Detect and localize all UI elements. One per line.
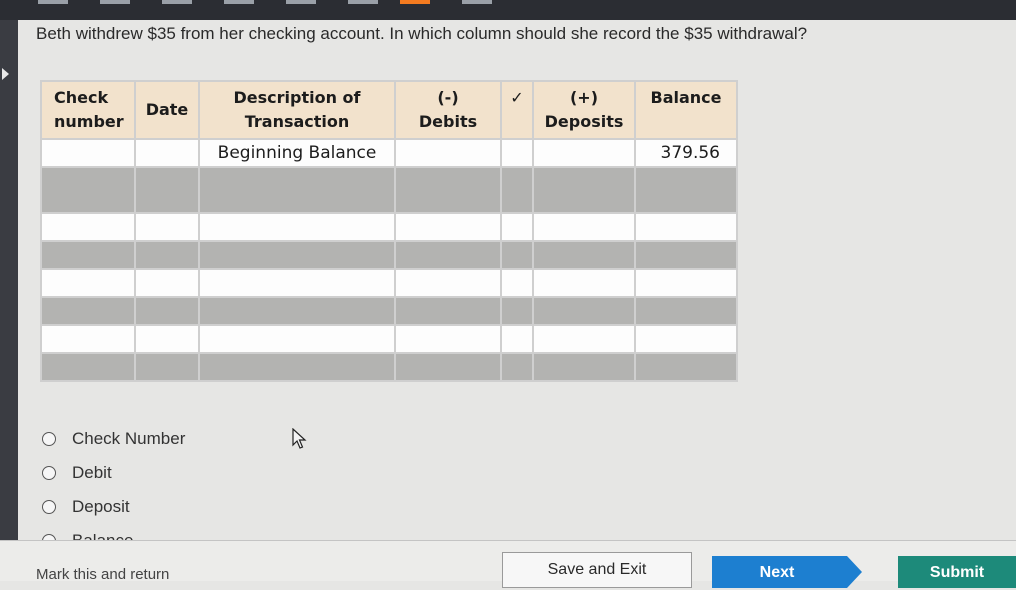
check-register-table: Check number Date Description of Transacti… (40, 80, 738, 382)
question-nav-segment[interactable] (38, 0, 68, 4)
beginning-balance-value: 379.56 (634, 138, 738, 168)
table-row (40, 324, 738, 354)
header-debits: (-) Debits (394, 80, 502, 140)
question-nav-segment[interactable] (348, 0, 378, 4)
left-sidebar (0, 20, 18, 580)
next-button[interactable]: Next (712, 556, 862, 588)
top-navigation-bar (0, 0, 1016, 20)
radio-button[interactable] (42, 466, 56, 480)
table-row-shaded (40, 240, 738, 270)
save-and-exit-button[interactable]: Save and Exit (502, 552, 692, 588)
header-deposits: (+) Deposits (532, 80, 636, 140)
answer-options: Check Number Debit Deposit Balance (42, 422, 185, 558)
option-check-number[interactable]: Check Number (42, 422, 185, 456)
beginning-balance-label: Beginning Balance (198, 138, 396, 168)
mouse-cursor-icon (292, 428, 307, 449)
table-cell (532, 138, 636, 168)
mark-and-return-link[interactable]: Mark this and return (36, 566, 169, 583)
radio-button[interactable] (42, 432, 56, 446)
table-row-shaded (40, 166, 738, 214)
header-balance: Balance (634, 80, 738, 140)
question-nav-segment[interactable] (462, 0, 492, 4)
header-date: Date (134, 80, 200, 140)
question-nav-segment[interactable] (100, 0, 130, 4)
table-row-shaded (40, 296, 738, 326)
table-row (40, 268, 738, 298)
header-checkmark: ✓ (500, 80, 534, 140)
option-debit[interactable]: Debit (42, 456, 185, 490)
table-row (40, 212, 738, 242)
question-nav-segment[interactable] (286, 0, 316, 4)
table-row: Beginning Balance 379.56 (40, 138, 738, 168)
question-text: Beth withdrew $35 from her checking acco… (36, 24, 808, 43)
table-cell (394, 138, 502, 168)
table-cell (40, 138, 136, 168)
table-cell (500, 138, 534, 168)
radio-button[interactable] (42, 500, 56, 514)
question-nav-segment[interactable] (224, 0, 254, 4)
header-description: Description of Transaction (198, 80, 396, 140)
question-nav-segment-current[interactable] (400, 0, 430, 4)
table-cell (134, 138, 200, 168)
triangle-marker-icon[interactable] (2, 68, 9, 80)
table-header-row: Check number Date Description of Transacti… (40, 80, 738, 140)
table-row-shaded (40, 352, 738, 382)
option-deposit[interactable]: Deposit (42, 490, 185, 524)
header-check-number: Check number (40, 80, 136, 140)
submit-button[interactable]: Submit (898, 556, 1016, 588)
question-nav-segment[interactable] (162, 0, 192, 4)
